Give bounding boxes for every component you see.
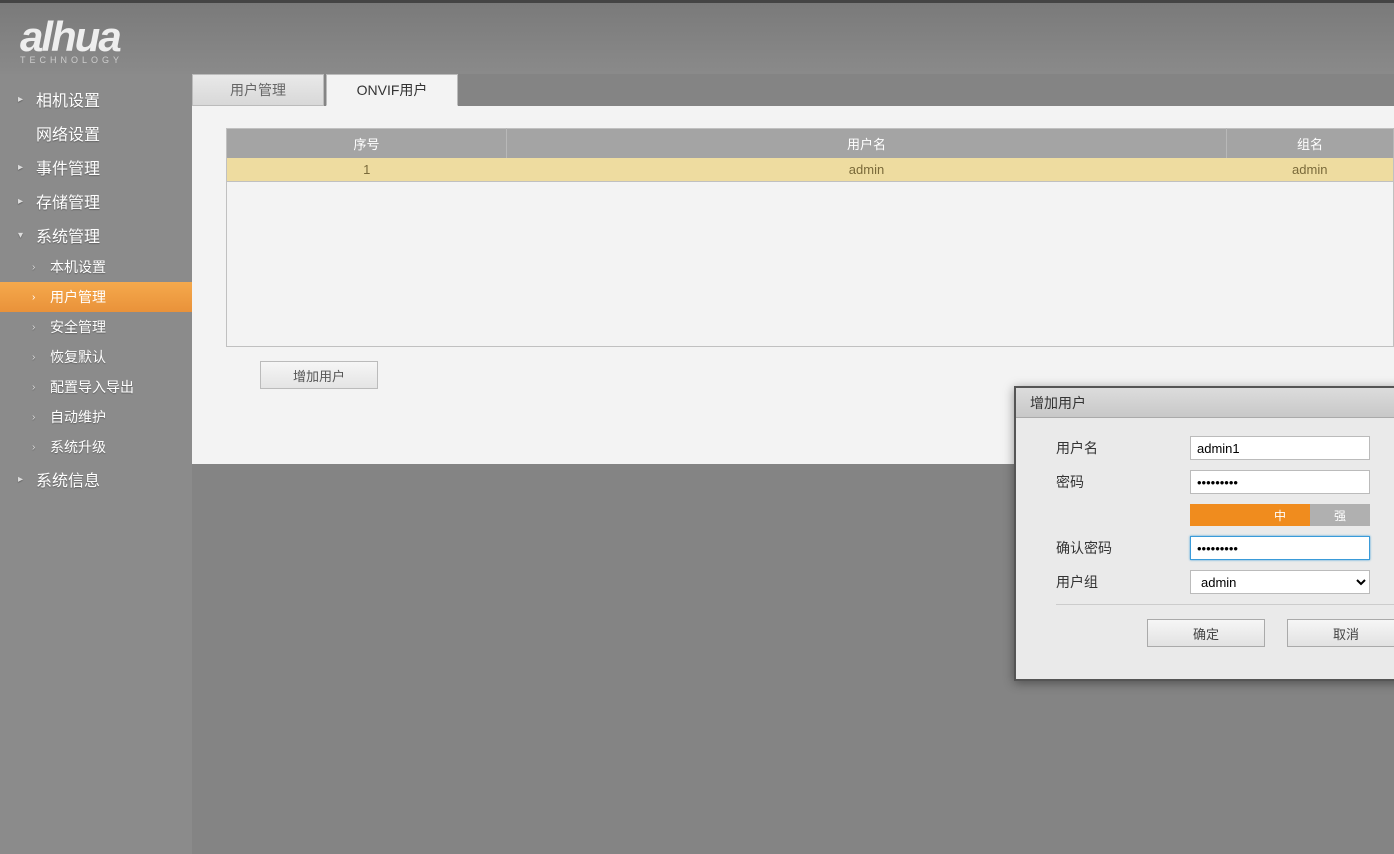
sidebar: ▸相机设置网络设置▸事件管理▸存储管理▾系统管理›本机设置›用户管理›安全管理›… xyxy=(0,74,192,854)
brand-name: alhua xyxy=(20,13,123,61)
cell-num: 1 xyxy=(227,158,507,182)
sidebar-item-label: 自动维护 xyxy=(50,407,106,427)
password-strength-meter: 中 强 xyxy=(1190,504,1394,526)
sidebar-item-12[interactable]: ▸ 系统信息 xyxy=(0,462,192,496)
sidebar-item-7[interactable]: › 安全管理 xyxy=(0,312,192,342)
caret-icon: › xyxy=(32,262,44,273)
sidebar-item-4[interactable]: ▾ 系统管理 xyxy=(0,218,192,252)
caret-icon: › xyxy=(32,322,44,333)
cell-user: admin xyxy=(507,158,1227,182)
caret-icon: › xyxy=(32,292,44,303)
sidebar-item-11[interactable]: › 系统升级 xyxy=(0,432,192,462)
sidebar-item-5[interactable]: › 本机设置 xyxy=(0,252,192,282)
strength-high: 强 xyxy=(1310,504,1370,526)
sidebar-item-2[interactable]: ▸ 事件管理 xyxy=(0,150,192,184)
user-group-select[interactable]: admin xyxy=(1190,570,1370,594)
dialog-footer: 确定 取消 xyxy=(1056,604,1394,667)
sidebar-item-9[interactable]: › 配置导入导出 xyxy=(0,372,192,402)
sidebar-item-label: 存储管理 xyxy=(36,189,100,213)
col-header-group: 组名 xyxy=(1227,129,1394,159)
sidebar-item-1[interactable]: 网络设置 xyxy=(0,116,192,150)
dialog-title: 增加用户 xyxy=(1030,393,1086,413)
label-password: 密码 xyxy=(1056,472,1190,492)
user-table: 序号 用户名 组名 1adminadmin xyxy=(226,128,1394,182)
sidebar-item-label: 事件管理 xyxy=(36,155,100,179)
add-user-button[interactable]: 增加用户 xyxy=(260,361,378,389)
table-row[interactable]: 1adminadmin xyxy=(227,158,1394,182)
sidebar-item-6[interactable]: › 用户管理 xyxy=(0,282,192,312)
tab-1[interactable]: ONVIF用户 xyxy=(326,74,458,106)
strength-low xyxy=(1190,504,1250,526)
brand-subtitle: TECHNOLOGY xyxy=(20,55,123,65)
ok-button[interactable]: 确定 xyxy=(1147,619,1265,647)
sidebar-item-10[interactable]: › 自动维护 xyxy=(0,402,192,432)
sidebar-item-label: 相机设置 xyxy=(36,87,100,111)
cell-group: admin xyxy=(1227,158,1394,182)
dialog-header[interactable]: 增加用户 ✕ xyxy=(1016,388,1394,418)
table-area: 序号 用户名 组名 1adminadmin 增加用户 xyxy=(192,106,1394,389)
caret-icon: ▾ xyxy=(18,230,30,241)
sidebar-item-label: 系统管理 xyxy=(36,223,100,247)
cancel-button[interactable]: 取消 xyxy=(1287,619,1394,647)
col-header-number: 序号 xyxy=(227,129,507,159)
sidebar-item-0[interactable]: ▸ 相机设置 xyxy=(0,82,192,116)
table-empty-area xyxy=(226,182,1394,347)
strength-mid: 中 xyxy=(1250,504,1310,526)
caret-icon: › xyxy=(32,442,44,453)
tab-0[interactable]: 用户管理 xyxy=(192,74,324,106)
sidebar-item-8[interactable]: › 恢复默认 xyxy=(0,342,192,372)
caret-icon: ▸ xyxy=(18,196,30,207)
password-input[interactable] xyxy=(1190,470,1370,494)
label-user-group: 用户组 xyxy=(1056,572,1190,592)
caret-icon: ▸ xyxy=(18,162,30,173)
label-confirm-password: 确认密码 xyxy=(1056,538,1190,558)
sidebar-item-label: 配置导入导出 xyxy=(50,377,134,397)
sidebar-item-label: 安全管理 xyxy=(50,317,106,337)
sidebar-item-label: 网络设置 xyxy=(36,121,100,145)
sidebar-item-3[interactable]: ▸ 存储管理 xyxy=(0,184,192,218)
confirm-password-input[interactable] xyxy=(1190,536,1370,560)
caret-icon: ▸ xyxy=(18,474,30,485)
caret-icon: › xyxy=(32,382,44,393)
tab-bar: 用户管理ONVIF用户 xyxy=(192,74,1394,106)
top-bar: alhua TECHNOLOGY xyxy=(0,0,1394,74)
main-area: 用户管理ONVIF用户 序号 用户名 组名 1adminadmin 增加用户 xyxy=(192,74,1394,854)
username-input[interactable] xyxy=(1190,436,1370,460)
sidebar-item-label: 恢复默认 xyxy=(50,347,106,367)
dialog-body: 用户名 密码 中 强 确认密码 用户组 xyxy=(1016,418,1394,679)
caret-icon: › xyxy=(32,352,44,363)
add-user-dialog: 增加用户 ✕ 用户名 密码 中 强 确认密码 xyxy=(1014,386,1394,681)
caret-icon: › xyxy=(32,412,44,423)
col-header-username: 用户名 xyxy=(507,129,1227,159)
brand-logo: alhua TECHNOLOGY xyxy=(20,13,123,65)
caret-icon: ▸ xyxy=(18,94,30,105)
label-username: 用户名 xyxy=(1056,438,1190,458)
sidebar-item-label: 系统信息 xyxy=(36,467,100,491)
sidebar-item-label: 本机设置 xyxy=(50,257,106,277)
sidebar-item-label: 系统升级 xyxy=(50,437,106,457)
sidebar-item-label: 用户管理 xyxy=(50,287,106,307)
